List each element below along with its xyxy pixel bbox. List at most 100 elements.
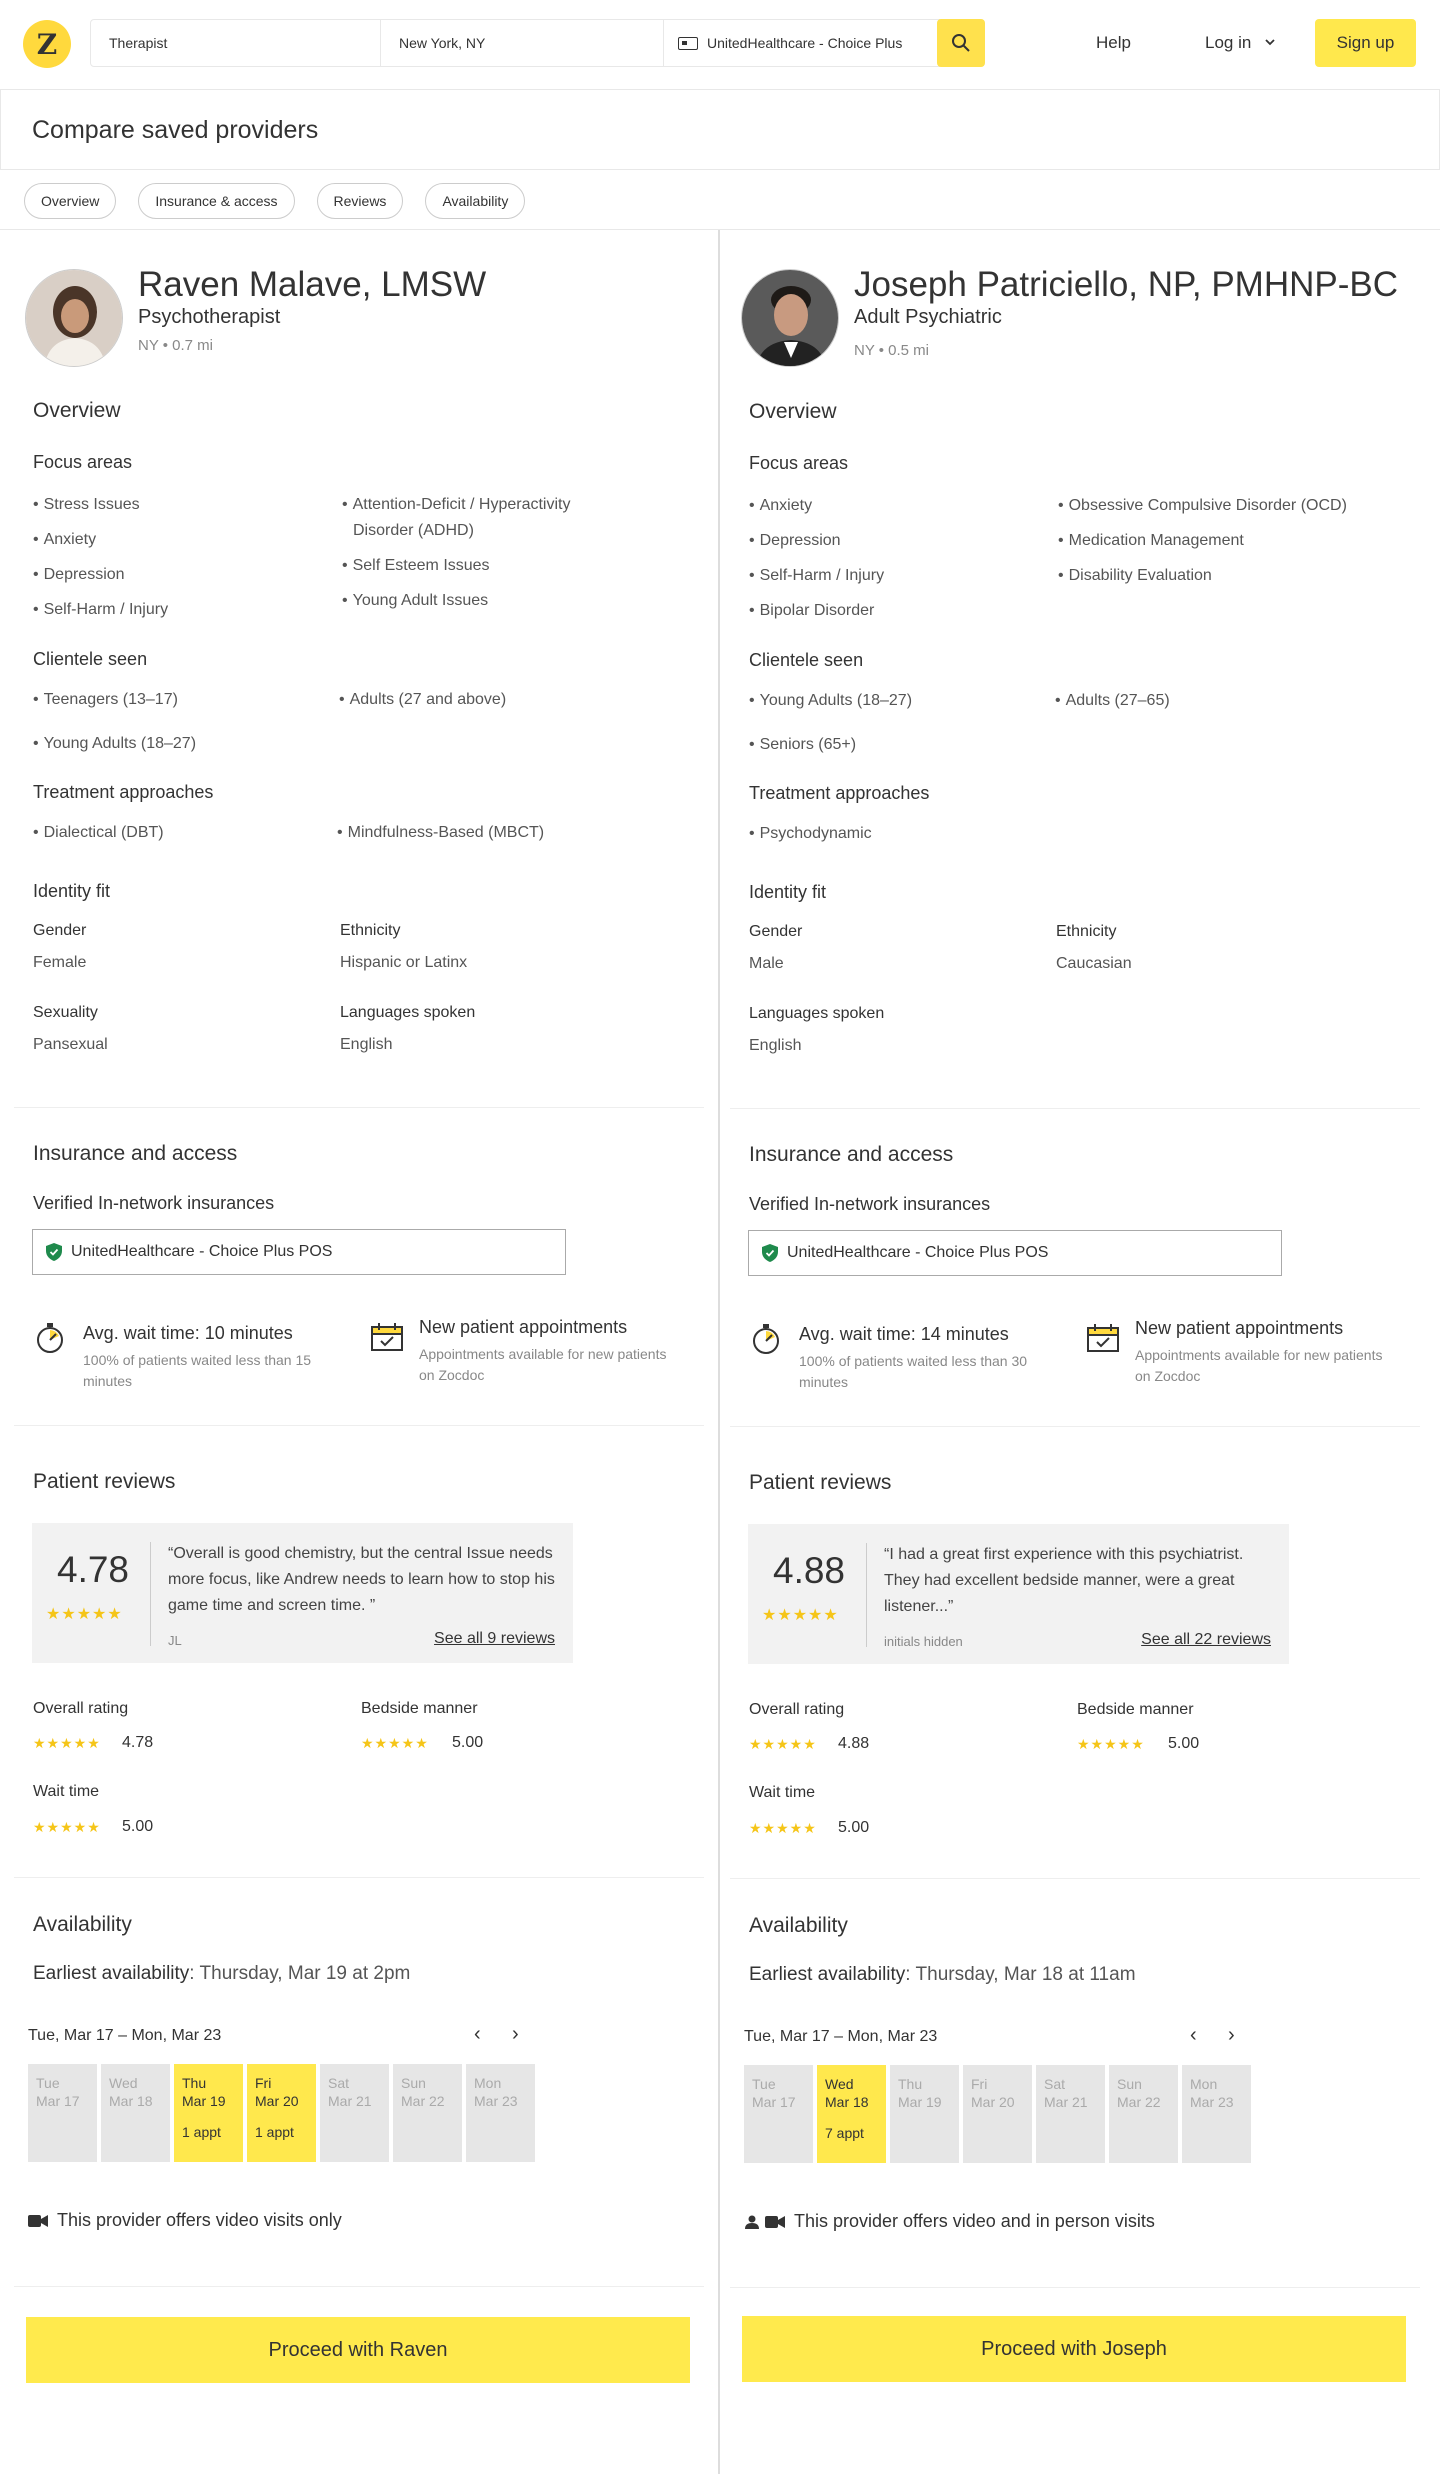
day-slot[interactable]: Fri Mar 20 1 appt (247, 2064, 316, 2162)
login-menu[interactable]: Log in (1205, 33, 1276, 53)
list-item: Anxiety (749, 493, 812, 519)
day-date: Mar 23 (1190, 2094, 1234, 2110)
see-all-reviews-link[interactable]: See all 9 reviews (434, 1630, 555, 1648)
provider-column-raven: Raven Malave, LMSW Psychotherapist NY • … (0, 230, 717, 2474)
day-slot: Sun Mar 22 (393, 2064, 462, 2162)
gender-label: Gender (33, 922, 87, 939)
list-item: Bipolar Disorder (749, 598, 875, 624)
new-patient-subtext: Appointments available for new patients … (1135, 1347, 1383, 1384)
day-date: Mar 17 (36, 2093, 80, 2109)
video-camera-icon (28, 2214, 48, 2227)
wait-time-label: Wait time (33, 1783, 100, 1800)
languages-value: English (340, 1036, 393, 1053)
star-rating-icon: ★★★★★ (749, 1736, 817, 1752)
sexuality-label: Sexuality (33, 1004, 98, 1021)
list-item: Anxiety (33, 527, 96, 553)
wait-time-title: Avg. wait time: 10 minutes (83, 1323, 293, 1343)
video-camera-icon (765, 2215, 785, 2228)
day-date: Mar 23 (474, 2093, 518, 2109)
overall-rating-label: Overall rating (33, 1700, 129, 1717)
bedside-manner-value: 5.00 (1168, 1735, 1200, 1752)
page-title: Compare saved providers (32, 116, 319, 144)
day-slot: Thu Mar 19 (890, 2065, 959, 2163)
day-name: Fri (255, 2075, 272, 2091)
insurance-badge: UnitedHealthcare - Choice Plus POS (32, 1229, 566, 1275)
login-label: Log in (1205, 33, 1252, 52)
location-search-input[interactable]: New York, NY (381, 20, 664, 66)
day-date: Mar 18 (109, 2093, 153, 2109)
day-date: Mar 19 (182, 2093, 226, 2109)
divider (730, 1108, 1420, 1109)
gender-label: Gender (749, 923, 803, 940)
search-icon (952, 34, 970, 52)
day-name: Wed (825, 2076, 854, 2092)
day-slot[interactable]: Wed Mar 18 7 appt (817, 2065, 886, 2163)
languages-label: Languages spoken (340, 1004, 476, 1021)
list-item: Attention-Deficit / Hyperactivity (342, 492, 571, 518)
availability-heading: Availability (33, 1913, 132, 1936)
prev-week-button[interactable]: ‹ (474, 2023, 481, 2046)
earliest-availability: Earliest availability: Thursday, Mar 19 … (33, 1963, 411, 1984)
signup-button[interactable]: Sign up (1315, 19, 1416, 67)
focus-areas-heading: Focus areas (33, 452, 133, 472)
list-item: Self-Harm / Injury (33, 597, 168, 623)
search-button[interactable] (937, 19, 985, 67)
day-name: Wed (109, 2075, 138, 2091)
day-name: Sat (328, 2075, 350, 2091)
provider-specialty: Adult Psychiatric (854, 306, 1002, 328)
day-date: Mar 20 (255, 2093, 299, 2109)
shield-check-icon (762, 1244, 778, 1262)
specialty-search-input[interactable]: Therapist (91, 20, 381, 66)
see-all-reviews-link[interactable]: See all 22 reviews (1141, 1631, 1271, 1649)
insurance-heading: Insurance and access (33, 1142, 238, 1165)
new-patient-subtext: Appointments available for new patients … (419, 1346, 667, 1383)
insurance-search-value: UnitedHealthcare - Choice Plus (707, 35, 903, 51)
provider-name[interactable]: Joseph Patriciello, NP, PMHNP-BC (854, 265, 1398, 305)
day-date: Mar 22 (401, 2093, 445, 2109)
proceed-button[interactable]: Proceed with Raven (26, 2317, 690, 2383)
focus-areas-heading: Focus areas (749, 453, 849, 473)
earliest-availability: Earliest availability: Thursday, Mar 18 … (749, 1964, 1136, 1985)
review-quote: “Overall is good chemistry, but the cent… (168, 1545, 555, 1614)
star-rating-icon: ★★★★★ (762, 1607, 839, 1624)
day-slot: Sat Mar 21 (1036, 2065, 1105, 2163)
chevron-down-icon (1265, 39, 1275, 46)
star-rating-icon: ★★★★★ (33, 1735, 101, 1751)
wait-time-value: 5.00 (122, 1818, 154, 1835)
person-icon (745, 2215, 759, 2229)
insurance-search-input[interactable]: UnitedHealthcare - Choice Plus (664, 20, 935, 66)
provider-name[interactable]: Raven Malave, LMSW (138, 265, 486, 305)
identity-heading: Identity fit (33, 881, 111, 901)
overview-heading: Overview (749, 400, 837, 423)
clientele-heading: Clientele seen (749, 650, 864, 670)
help-link[interactable]: Help (1096, 33, 1131, 53)
clientele-heading: Clientele seen (33, 649, 148, 669)
list-item: Young Adult Issues (342, 588, 489, 614)
star-rating-icon: ★★★★★ (33, 1819, 101, 1835)
tab-overview[interactable]: Overview (24, 183, 117, 219)
prev-week-button[interactable]: ‹ (1190, 2024, 1197, 2047)
day-date: Mar 20 (971, 2094, 1015, 2110)
tab-insurance-access[interactable]: Insurance & access (138, 183, 295, 219)
appt-count: 1 appt (182, 2124, 221, 2140)
tab-reviews[interactable]: Reviews (316, 183, 404, 219)
visit-type-text: This provider offers video and in person… (794, 2211, 1155, 2231)
day-slot: Wed Mar 18 (101, 2064, 170, 2162)
tab-availability[interactable]: Availability (425, 183, 526, 219)
overall-rating-value: 4.88 (838, 1735, 870, 1752)
next-week-button[interactable]: › (1228, 2024, 1235, 2047)
proceed-button[interactable]: Proceed with Joseph (742, 2316, 1406, 2382)
next-week-button[interactable]: › (512, 2023, 519, 2046)
calendar-check-icon (1087, 1324, 1119, 1352)
day-slot[interactable]: Thu Mar 19 1 appt (174, 2064, 243, 2162)
day-date: Mar 21 (1044, 2094, 1088, 2110)
overview-heading: Overview (33, 399, 121, 422)
day-name: Sun (401, 2075, 426, 2091)
star-rating-icon: ★★★★★ (361, 1735, 429, 1751)
day-name: Thu (898, 2076, 923, 2092)
wait-time-value: 5.00 (838, 1819, 870, 1836)
zocdoc-logo[interactable]: Z (23, 20, 71, 68)
day-slots: Tue Mar 17 Wed Mar 18 Thu Mar 19 1 appt Fri Mar … (28, 2064, 535, 2162)
reviewer-initials: JL (168, 1633, 182, 1648)
list-item: Depression (749, 528, 841, 554)
